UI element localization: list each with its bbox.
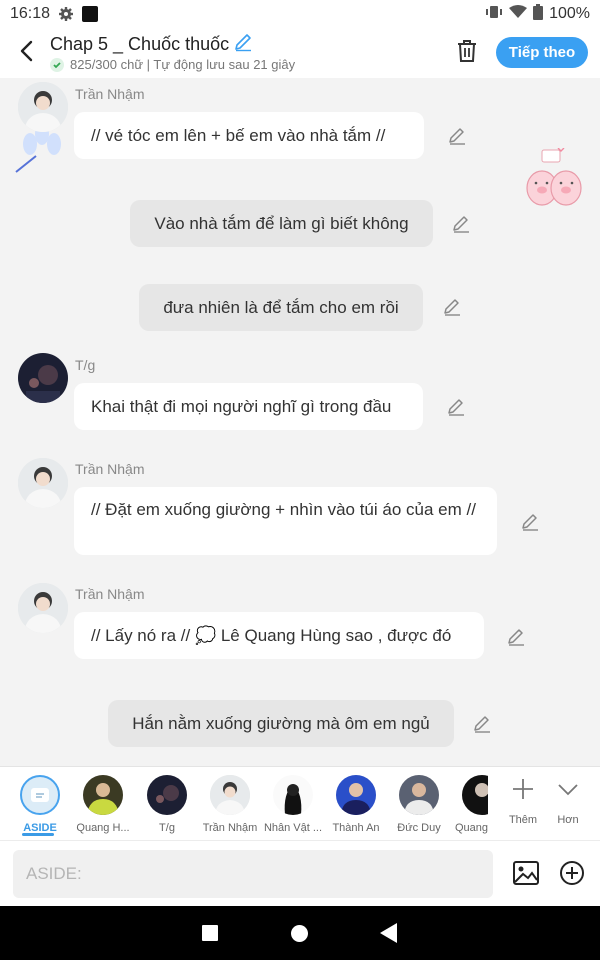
chapter-title[interactable]: Chap 5 _ Chuốc thuốc	[50, 32, 253, 57]
character-label: T/g	[159, 822, 175, 834]
edit-message-pencil-icon[interactable]	[472, 714, 492, 734]
character-label: Đức Duy	[397, 822, 441, 834]
character-aside[interactable]: ASIDE	[10, 775, 70, 834]
plus-circle-icon	[560, 861, 584, 885]
character-avatar	[210, 775, 250, 815]
character-label: Trần Nhậm	[202, 822, 258, 834]
avatar-tran-nham[interactable]	[18, 458, 68, 508]
aside-icon	[20, 775, 60, 815]
input-bar	[0, 840, 600, 906]
back-button[interactable]	[14, 38, 38, 64]
saved-check-icon	[50, 57, 64, 72]
message-text: // Lấy nó ra // 💭 Lê Quang Hùng sao , đư…	[91, 626, 452, 645]
header: Chap 5 _ Chuốc thuốc 825/300 chữ | Tự độ…	[0, 28, 600, 78]
sender-name: Trần Nhậm	[75, 586, 145, 602]
system-back-button[interactable]	[380, 923, 397, 943]
edit-message-pencil-icon[interactable]	[506, 627, 526, 647]
chat-area[interactable]: Trần Nhậm // vé tóc em lên + bế em vào n…	[0, 78, 600, 766]
chapter-title-text: Chap 5 _ Chuốc thuốc	[50, 34, 230, 54]
pig-sticker	[522, 147, 588, 214]
character-quang-h[interactable]: Quang H...	[73, 775, 133, 834]
avatar-tran-nham[interactable]	[18, 82, 68, 132]
expand-button[interactable]: Hơn	[546, 777, 590, 826]
character-nhan-vat[interactable]: Nhân Vật ...	[263, 775, 323, 834]
edit-message-pencil-icon[interactable]	[520, 512, 540, 532]
character-avatar	[399, 775, 439, 815]
sender-name: Trần Nhậm	[75, 461, 145, 477]
home-button[interactable]	[291, 925, 308, 942]
system-nav-bar	[0, 906, 600, 960]
character-tran-nham[interactable]: Trần Nhậm	[200, 775, 260, 834]
insert-image-button[interactable]	[512, 859, 540, 887]
battery-icon	[533, 3, 544, 25]
expand-label: Hơn	[557, 814, 579, 826]
narration-bubble[interactable]: Vào nhà tắm để làm gì biết không	[130, 200, 433, 247]
edit-title-pencil-icon[interactable]	[233, 32, 253, 57]
selected-indicator	[22, 833, 54, 836]
character-label: Thành An	[332, 822, 380, 834]
sender-name: Trần Nhậm	[75, 86, 145, 102]
character-avatar	[336, 775, 376, 815]
vibrate-icon	[485, 5, 503, 24]
wifi-icon	[509, 4, 528, 24]
edit-message-pencil-icon[interactable]	[446, 397, 466, 417]
sender-name: T/g	[75, 357, 96, 373]
avatar-tg[interactable]	[18, 353, 68, 403]
character-avatar	[83, 775, 123, 815]
character-tg[interactable]: T/g	[137, 775, 197, 834]
edit-message-pencil-icon[interactable]	[447, 126, 467, 146]
character-quang[interactable]: Quang	[444, 775, 488, 834]
character-avatar	[462, 775, 488, 815]
message-bubble[interactable]: Khai thật đi mọi người nghĩ gì trong đầu	[74, 383, 423, 430]
trash-icon	[458, 40, 476, 62]
next-button[interactable]: Tiếp theo	[496, 37, 588, 68]
message-bubble[interactable]: // Lấy nó ra // 💭 Lê Quang Hùng sao , đư…	[74, 612, 484, 659]
add-character-label: Thêm	[508, 814, 538, 826]
narration-bubble[interactable]: đưa nhiên là để tắm cho em rồi	[139, 284, 423, 331]
message-text: đưa nhiên là để tắm cho em rồi	[163, 298, 399, 317]
edit-message-pencil-icon[interactable]	[451, 214, 471, 234]
character-selector: ASIDE Quang H... T/g Trần Nhậm Nhân Vật …	[0, 766, 600, 840]
plus-icon	[513, 779, 533, 799]
message-text: Hắn nằm xuống giường mà ôm em ngủ	[132, 714, 430, 733]
narration-bubble[interactable]: Hắn nằm xuống giường mà ôm em ngủ	[108, 700, 454, 747]
image-icon	[513, 861, 539, 885]
aside-message-input[interactable]	[13, 850, 493, 898]
message-bubble[interactable]: // vé tóc em lên + bế em vào nhà tắm //	[74, 112, 424, 159]
message-text: Vào nhà tắm để làm gì biết không	[154, 214, 409, 233]
chevron-down-icon	[558, 784, 578, 796]
character-avatar	[147, 775, 187, 815]
character-label: Nhân Vật ...	[263, 822, 323, 834]
delete-button[interactable]	[455, 38, 481, 66]
save-status-text: 825/300 chữ | Tự động lưu sau 21 giây	[70, 57, 296, 72]
save-status: 825/300 chữ | Tự động lưu sau 21 giây	[50, 57, 295, 72]
recents-button[interactable]	[202, 925, 218, 941]
character-label: Quang H...	[76, 822, 130, 834]
notification-square-icon	[82, 6, 99, 22]
message-text: Khai thật đi mọi người nghĩ gì trong đầu	[91, 397, 392, 416]
character-thanh-an[interactable]: Thành An	[326, 775, 386, 834]
status-bar: 16:18 100%	[0, 0, 600, 28]
edit-message-pencil-icon[interactable]	[442, 297, 462, 317]
character-duc-duy[interactable]: Đức Duy	[389, 775, 449, 834]
add-character-button[interactable]: Thêm	[501, 777, 545, 826]
back-arrow-icon	[20, 40, 33, 62]
settings-gear-icon	[58, 6, 74, 22]
message-text: // vé tóc em lên + bế em vào nhà tắm //	[91, 126, 386, 145]
message-text: // Đặt em xuống giường + nhìn vào túi áo…	[91, 500, 476, 519]
add-content-button[interactable]	[558, 859, 586, 887]
avatar-tran-nham[interactable]	[18, 583, 68, 633]
status-time: 16:18	[10, 5, 51, 22]
character-avatar	[273, 775, 313, 815]
message-bubble[interactable]: // Đặt em xuống giường + nhìn vào túi áo…	[74, 487, 497, 555]
battery-percent: 100%	[549, 5, 590, 22]
character-label: Quang	[454, 822, 488, 834]
